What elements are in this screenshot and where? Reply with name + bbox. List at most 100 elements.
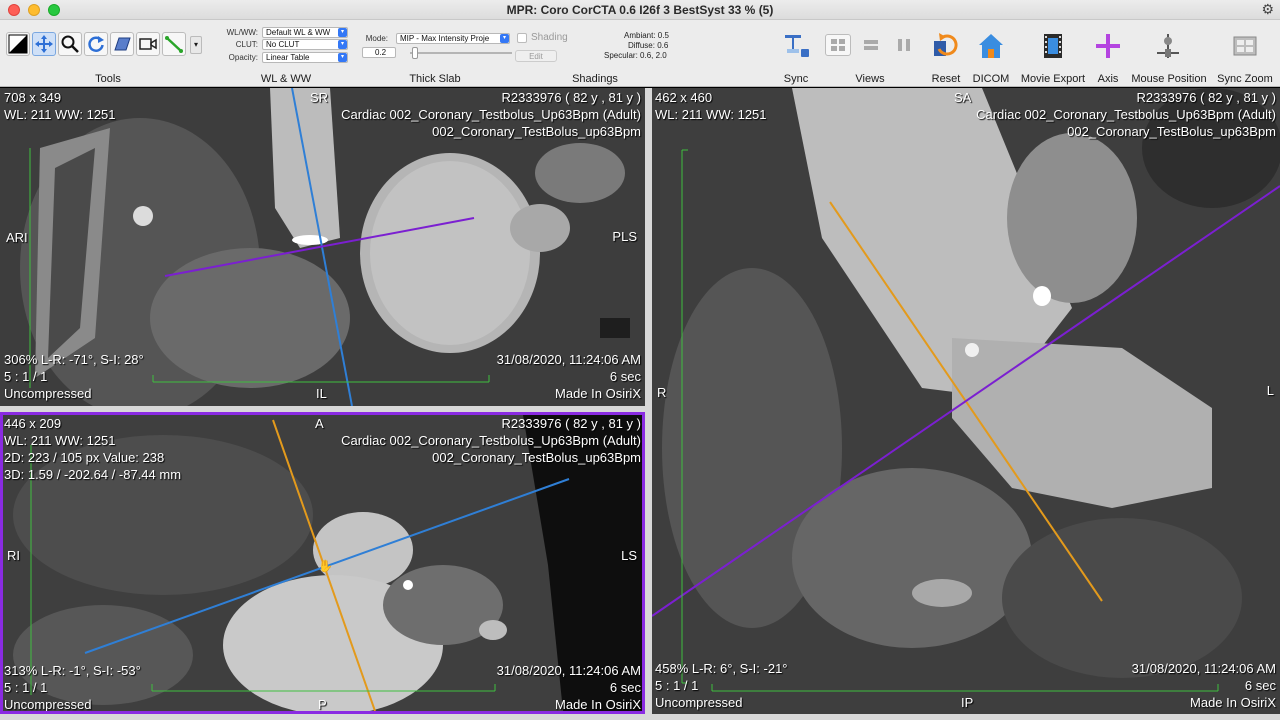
clut-select[interactable]: No CLUT ▾	[262, 39, 348, 50]
reset-icon	[934, 33, 958, 56]
reset-button[interactable]	[930, 30, 962, 62]
rows-layout-icon	[864, 40, 878, 50]
title-bar: MPR: Coro CorCTA 0.6 I26f 3 BestSyst 33 …	[0, 0, 1280, 20]
camera-tool-button[interactable]	[136, 32, 160, 56]
thickness-slider[interactable]	[410, 47, 512, 59]
acquisition-date: 31/08/2020, 11:24:06 AM	[496, 352, 641, 367]
orientation-left: ARI	[6, 230, 28, 245]
sync-zoom-button[interactable]	[1229, 30, 1261, 62]
columns-layout-icon	[898, 39, 910, 51]
orientation-left: R	[657, 385, 667, 400]
sync-group-label: Sync	[783, 73, 809, 85]
study-info: Cardiac 002_Coronary_Testbolus_Up63Bpm (…	[341, 433, 641, 448]
3d-coordinates-readout: 3D: 1.59 / -202.64 / -87.44 mm	[4, 467, 182, 482]
patient-info: R2333976 ( 82 y , 81 y )	[1136, 90, 1276, 105]
rotate-tool-button[interactable]	[84, 32, 108, 56]
rotate-icon	[88, 36, 104, 52]
mouse-position-button[interactable]	[1152, 30, 1184, 62]
made-in-label: Made In OsiriX	[555, 697, 641, 712]
image-size: 708 x 349	[4, 90, 62, 105]
image-size: 462 x 460	[655, 90, 713, 105]
thickness-field[interactable]: 0.2	[362, 47, 396, 58]
orientation-bottom: IL	[316, 386, 327, 401]
mode-select[interactable]: MIP - Max Intensity Proje ▾	[396, 33, 510, 44]
mode-select-value: MIP - Max Intensity Proje	[400, 34, 490, 43]
orientation-right: PLS	[612, 229, 637, 244]
orientation-right: LS	[621, 548, 637, 563]
clut-select-value: No CLUT	[266, 40, 300, 49]
wlww-readout: WL: 211 WW: 1251	[4, 433, 116, 448]
gear-icon[interactable]: ⚙	[1261, 1, 1274, 18]
viewport-bottom-left[interactable]: ✋ 446 x 209 WL: 211 WW: 1251 2D: 223 / 1…	[0, 412, 645, 714]
zoom-tool-button[interactable]	[58, 32, 82, 56]
shading-checkbox[interactable]	[517, 33, 527, 43]
measure-tool-button[interactable]	[162, 32, 186, 56]
patient-info: R2333976 ( 82 y , 81 y )	[501, 90, 641, 105]
movie-export-button[interactable]	[1037, 30, 1069, 62]
wlww-select[interactable]: Default WL & WW ▾	[262, 27, 348, 38]
wlww-group-label: WL & WW	[260, 73, 312, 85]
dicom-house-icon	[979, 34, 1003, 58]
compression: Uncompressed	[4, 386, 92, 401]
thickness-slider-thumb[interactable]	[412, 47, 418, 59]
orientation-top: A	[315, 416, 324, 431]
view-layout-quad-button[interactable]	[825, 34, 851, 56]
orientation-bottom: P	[318, 697, 327, 712]
viewport-splitter-vertical[interactable]	[645, 88, 652, 720]
magnifier-icon	[61, 35, 79, 53]
dicom-group-label: DICOM	[972, 73, 1010, 85]
specular-value: Specular: 0.6, 2.0	[604, 51, 667, 60]
made-in-label: Made In OsiriX	[555, 386, 641, 401]
clut-label: CLUT:	[235, 40, 258, 49]
series-info: 002_Coronary_TestBolus_up63Bpm	[432, 450, 641, 465]
study-info: Cardiac 002_Coronary_Testbolus_Up63Bpm (…	[341, 107, 641, 122]
wl-tool-button[interactable]	[6, 32, 30, 56]
zoom-angle: 306% L-R: -71°, S-I: 28°	[4, 352, 144, 367]
orientation-bottom: IP	[961, 695, 974, 710]
stack-icon	[114, 37, 131, 51]
dicom-export-button[interactable]	[975, 30, 1007, 62]
patient-info: R2333976 ( 82 y , 81 y )	[501, 416, 641, 431]
move-arrows-icon	[35, 35, 53, 53]
duration: 6 sec	[1244, 678, 1276, 693]
window-bottom-border	[0, 714, 1280, 720]
edit-shading-button[interactable]: Edit	[515, 50, 557, 62]
opacity-select[interactable]: Linear Table ▾	[262, 52, 348, 63]
move-tool-button[interactable]	[32, 32, 56, 56]
opacity-select-value: Linear Table	[266, 53, 310, 62]
sync-button[interactable]	[780, 30, 812, 62]
duration: 6 sec	[609, 369, 641, 384]
sync-icon	[785, 35, 809, 57]
contrast-icon	[8, 34, 28, 54]
mouse-position-group-label: Mouse Position	[1131, 73, 1207, 85]
window-title: MPR: Coro CorCTA 0.6 I26f 3 BestSyst 33 …	[506, 3, 774, 17]
thickness-value: 0.2	[374, 48, 387, 57]
ruler-line-icon	[165, 36, 183, 53]
wlww-readout: WL: 211 WW: 1251	[655, 107, 767, 122]
wlww-label: WL/WW:	[226, 28, 258, 37]
tools-group-label: Tools	[95, 73, 121, 85]
duration: 6 sec	[609, 680, 641, 695]
view-layout-rows-button[interactable]	[858, 34, 884, 56]
slab-tool-button[interactable]	[110, 32, 134, 56]
shadings-group-label: Shadings	[572, 73, 618, 85]
sync-zoom-group-label: Sync Zoom	[1217, 73, 1273, 85]
chevron-down-icon: ▾	[338, 40, 347, 49]
acquisition-date: 31/08/2020, 11:24:06 AM	[496, 663, 641, 678]
made-in-label: Made In OsiriX	[1190, 695, 1276, 710]
wlww-readout: WL: 211 WW: 1251	[4, 107, 116, 122]
viewport-right[interactable]: 462 x 460 WL: 211 WW: 1251 R2333976 ( 82…	[652, 88, 1280, 714]
axis-button[interactable]	[1092, 30, 1124, 62]
opacity-label: Opacity:	[228, 53, 258, 62]
zoom-angle: 458% L-R: 6°, S-I: -21°	[655, 661, 788, 676]
ct-image-right	[652, 88, 1280, 714]
frame-ratio: 5 : 1 / 1	[4, 680, 48, 695]
tools-dropdown[interactable]: ▾	[190, 36, 202, 54]
shading-checkbox-label: Shading	[531, 32, 568, 43]
chevron-down-icon: ▾	[338, 28, 347, 37]
thick-slab-group-label: Thick Slab	[409, 73, 461, 85]
diffuse-value: Diffuse: 0.6	[628, 41, 669, 50]
viewport-top-left[interactable]: 708 x 349 WL: 211 WW: 1251 R2333976 ( 82…	[0, 88, 645, 406]
view-layout-columns-button[interactable]	[891, 34, 917, 56]
compression: Uncompressed	[4, 697, 92, 712]
